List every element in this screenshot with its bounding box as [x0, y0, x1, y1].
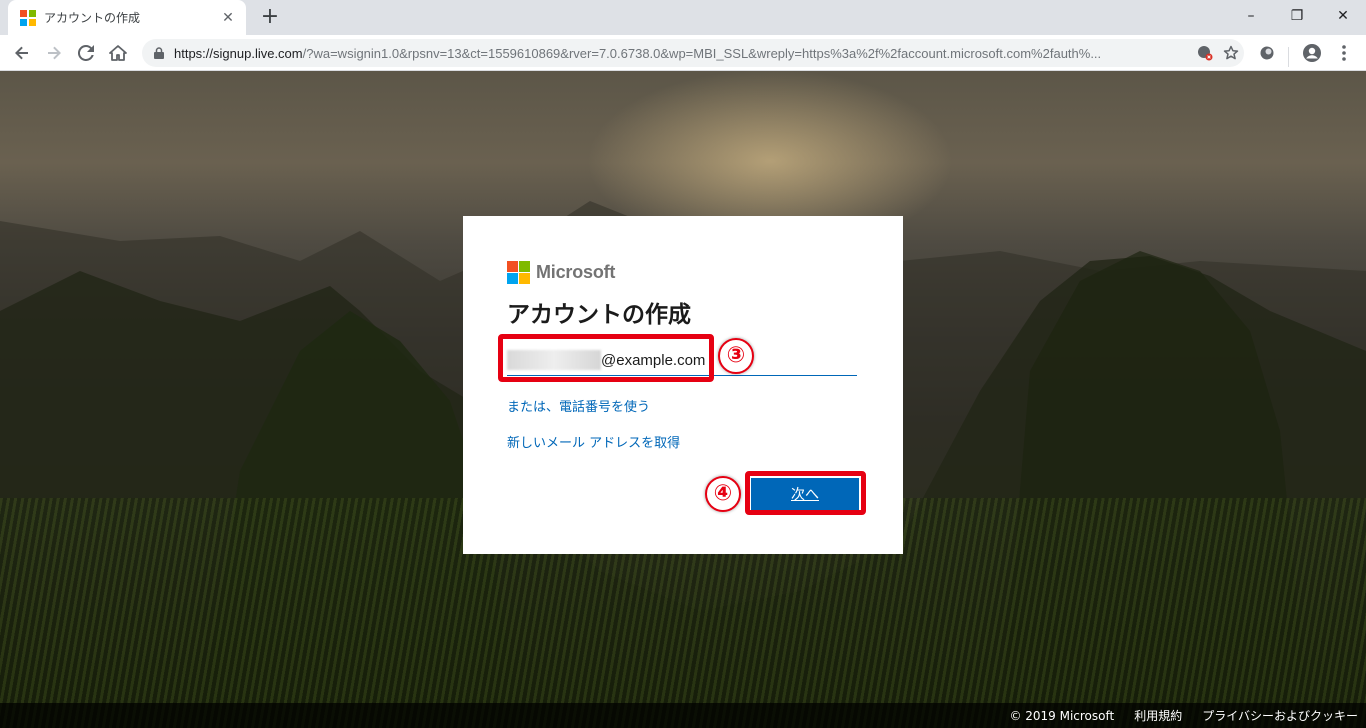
forward-button[interactable] — [40, 39, 68, 67]
email-highlight-box — [498, 334, 714, 382]
arrow-left-icon — [15, 46, 28, 60]
minimize-button[interactable]: – — [1228, 0, 1274, 32]
next-highlight-box — [745, 471, 866, 515]
lock-icon — [154, 47, 164, 59]
menu-button[interactable] — [1330, 39, 1358, 67]
star-icon — [1223, 45, 1239, 60]
page-footer: © 2019 Microsoft 利用規約 プライバシーおよびクッキー — [0, 703, 1366, 728]
use-phone-link[interactable]: または、電話番号を使う — [507, 396, 859, 415]
address-bar[interactable]: https://signup.live.com/?wa=wsignin1.0&r… — [142, 39, 1244, 67]
terms-link[interactable]: 利用規約 — [1134, 707, 1182, 724]
reload-button[interactable] — [72, 39, 100, 67]
url-path: /?wa=wsignin1.0&rpsnv=13&ct=1559610869&r… — [302, 45, 1102, 61]
privacy-link[interactable]: プライバシーおよびクッキー — [1202, 707, 1358, 724]
home-icon — [109, 45, 127, 61]
step-3-badge: ③ — [718, 338, 754, 374]
new-tab-button[interactable]: + — [258, 6, 282, 30]
extension-button[interactable] — [1253, 39, 1281, 67]
tab-strip: アカウントの作成 ✕ + – ❐ ✕ — [0, 0, 1366, 35]
close-window-button[interactable]: ✕ — [1320, 0, 1366, 32]
maximize-button[interactable]: ❐ — [1274, 0, 1320, 32]
bookmark-star-button[interactable] — [1218, 39, 1244, 67]
tab-close-icon[interactable]: ✕ — [220, 10, 236, 26]
step-4-badge: ④ — [705, 476, 741, 512]
browser-tab[interactable]: アカウントの作成 ✕ — [8, 0, 246, 35]
url-text[interactable]: https://signup.live.com/?wa=wsignin1.0&r… — [174, 46, 1192, 61]
toolbar-divider — [1288, 47, 1289, 67]
url-host: https://signup.live.com — [174, 45, 303, 61]
microsoft-favicon-icon — [20, 9, 36, 26]
microsoft-logo-icon — [507, 260, 530, 284]
get-new-email-link[interactable]: 新しいメール アドレスを取得 — [507, 432, 859, 451]
cookie-blocked-icon — [1198, 46, 1213, 61]
page-title: アカウントの作成 — [507, 302, 691, 328]
microsoft-logo: Microsoft — [507, 260, 859, 284]
browser-toolbar: https://signup.live.com/?wa=wsignin1.0&r… — [0, 35, 1366, 71]
back-button[interactable] — [8, 39, 36, 67]
reload-icon — [78, 45, 94, 61]
brand-name: Microsoft — [536, 261, 616, 282]
tab-title: アカウントの作成 — [44, 11, 141, 25]
extension-circle-icon — [1260, 46, 1274, 60]
home-button[interactable] — [104, 39, 132, 67]
arrow-right-icon — [48, 46, 61, 60]
copyright-text: © 2019 Microsoft — [1009, 708, 1115, 723]
profile-button[interactable] — [1298, 39, 1326, 67]
cookie-blocked-button[interactable] — [1192, 39, 1218, 67]
account-circle-icon — [1303, 44, 1321, 62]
more-vertical-icon — [1342, 45, 1346, 61]
